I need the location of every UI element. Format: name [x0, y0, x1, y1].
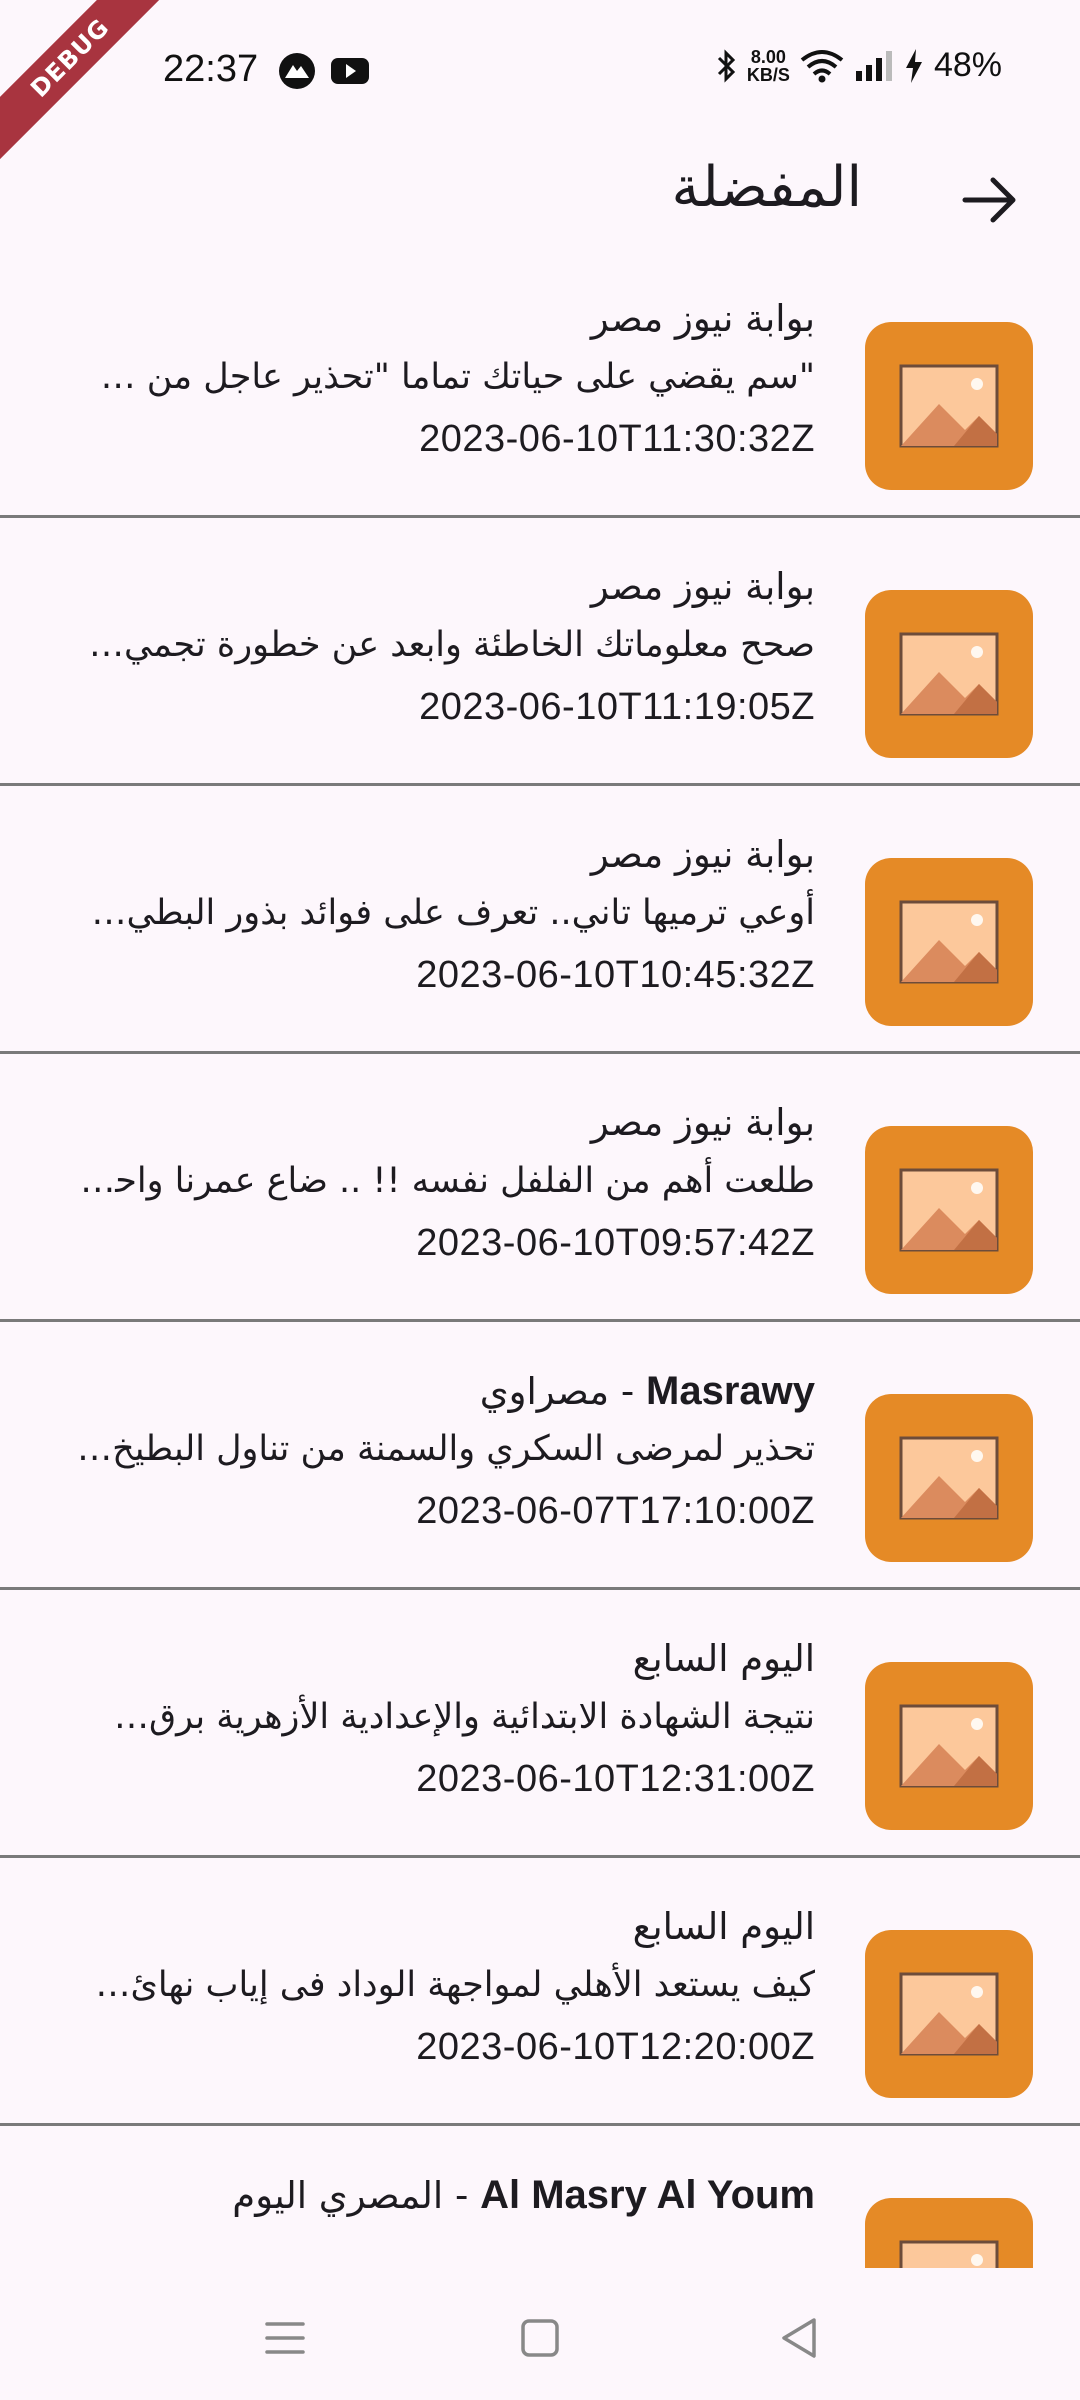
article-title: تحذير لمرضى السكري والسمنة من تناول البط… — [77, 1429, 815, 1469]
page-title: المفضلة — [671, 155, 862, 220]
image-placeholder-icon — [899, 1704, 999, 1788]
article-title: صحح معلوماتك الخاطئة وابعد عن خطورة تجمي… — [89, 625, 815, 665]
article-thumbnail — [865, 1394, 1033, 1562]
article-date: 2023-06-10T11:19:05Z — [419, 686, 815, 728]
article-source: Masrawy - مصراوي — [55, 1366, 815, 1416]
article-thumbnail — [865, 858, 1033, 1026]
notification-icons — [278, 52, 370, 90]
article-source: بوابة نيوز مصر — [590, 833, 815, 876]
article-title: نتيجة الشهادة الابتدائية والإعدادية الأز… — [113, 1697, 815, 1737]
charging-icon — [905, 48, 922, 83]
image-placeholder-icon — [899, 1972, 999, 2056]
article-source-latin: Al Masry Al Youm — [480, 2173, 815, 2217]
list-item[interactable]: Masrawy - مصراوي تحذير لمرضى السكري والس… — [0, 1322, 1080, 1590]
arrow-right-icon[interactable] — [955, 165, 1025, 235]
image-placeholder-icon — [899, 364, 999, 448]
article-title: كيف يستعد الأهلي لمواجهة الوداد فى إياب … — [95, 1965, 815, 2005]
article-source-arabic: المصري اليوم — [232, 2174, 444, 2217]
list-item[interactable]: اليوم السابع نتيجة الشهادة الابتدائية وا… — [0, 1590, 1080, 1858]
image-placeholder-icon — [899, 2240, 999, 2268]
article-source-latin: Masrawy — [646, 1369, 815, 1413]
list-item[interactable]: اليوم السابع كيف يستعد الأهلي لمواجهة ال… — [0, 1858, 1080, 2126]
article-date: 2023-06-10T12:20:00Z — [416, 2026, 815, 2068]
article-source-arabic: مصراوي — [479, 1370, 610, 1413]
article-date: 2023-06-10T12:31:00Z — [416, 1758, 815, 1800]
youtube-icon — [331, 58, 369, 84]
image-placeholder-icon — [899, 1168, 999, 1252]
article-date: 2023-06-10T10:45:32Z — [416, 954, 815, 996]
list-item[interactable]: بوابة نيوز مصر "سم يقضي على حياتك تماما … — [0, 250, 1080, 518]
list-item[interactable]: بوابة نيوز مصر صحح معلوماتك الخاطئة وابع… — [0, 518, 1080, 786]
article-title: "سم يقضي على حياتك تماما "تحذير عاجل من … — [100, 357, 815, 397]
article-source: بوابة نيوز مصر — [590, 297, 815, 340]
article-source: بوابة نيوز مصر — [590, 565, 815, 608]
status-right-icons: 8.00 KB/S 48% — [715, 46, 1002, 85]
article-thumbnail — [865, 1662, 1033, 1830]
article-text: Masrawy - مصراوي تحذير لمرضى السكري والس… — [55, 1366, 815, 1536]
system-nav-bar — [0, 2268, 1080, 2400]
list-item[interactable]: بوابة نيوز مصر أوعي ترميها تاني.. تعرف ع… — [0, 786, 1080, 1054]
article-title: طلعت أهم من الفلفل نفسه !! .. ضاع عمرنا … — [55, 1161, 815, 1201]
article-title — [55, 2228, 815, 2268]
status-bar: 22:37 8.00 KB/S 48% — [0, 0, 1080, 145]
article-text: بوابة نيوز مصر "سم يقضي على حياتك تماما … — [55, 294, 815, 464]
mountain-app-icon — [279, 53, 315, 89]
article-text: بوابة نيوز مصر أوعي ترميها تاني.. تعرف ع… — [55, 830, 815, 1000]
article-date: 2023-06-10T09:57:42Z — [416, 1222, 815, 1264]
bluetooth-icon — [717, 48, 736, 83]
article-source-separator: - — [609, 1370, 647, 1413]
article-date: 2023-06-10T11:30:32Z — [419, 418, 815, 460]
list-item[interactable]: Al Masry Al Youm - المصري اليوم — [0, 2126, 1080, 2268]
article-text: Al Masry Al Youm - المصري اليوم — [55, 2170, 815, 2268]
favorites-list[interactable]: بوابة نيوز مصر "سم يقضي على حياتك تماما … — [0, 250, 1080, 2268]
image-placeholder-icon — [899, 632, 999, 716]
square-home-icon[interactable] — [510, 2308, 570, 2368]
article-source: اليوم السابع — [632, 1905, 815, 1948]
article-thumbnail — [865, 322, 1033, 490]
article-thumbnail — [865, 2198, 1033, 2268]
article-source-separator: - — [443, 2174, 481, 2217]
article-source: بوابة نيوز مصر — [590, 1101, 815, 1144]
image-placeholder-icon — [899, 1436, 999, 1520]
network-speed: 8.00 KB/S — [746, 46, 790, 85]
cell-signal-icon — [855, 50, 892, 81]
article-text: بوابة نيوز مصر صحح معلوماتك الخاطئة وابع… — [55, 562, 815, 732]
image-placeholder-icon — [899, 900, 999, 984]
article-title: أوعي ترميها تاني.. تعرف على فوائد بذور ا… — [91, 893, 815, 933]
status-time: 22:37 — [163, 48, 259, 90]
menu-lines-icon[interactable] — [255, 2308, 315, 2368]
app-bar: المفضلة — [0, 145, 1080, 265]
triangle-back-icon[interactable] — [770, 2308, 830, 2368]
article-source: اليوم السابع — [632, 1637, 815, 1680]
article-source: Al Masry Al Youm - المصري اليوم — [55, 2170, 815, 2220]
wifi-icon — [800, 49, 844, 82]
article-thumbnail — [865, 1930, 1033, 2098]
list-item[interactable]: بوابة نيوز مصر طلعت أهم من الفلفل نفسه !… — [0, 1054, 1080, 1322]
article-text: بوابة نيوز مصر طلعت أهم من الفلفل نفسه !… — [55, 1098, 815, 1268]
article-thumbnail — [865, 1126, 1033, 1294]
battery-percent: 48% — [933, 46, 1002, 84]
article-text: اليوم السابع كيف يستعد الأهلي لمواجهة ال… — [55, 1902, 815, 2072]
article-thumbnail — [865, 590, 1033, 758]
article-date: 2023-06-07T17:10:00Z — [416, 1490, 815, 1532]
article-text: اليوم السابع نتيجة الشهادة الابتدائية وا… — [55, 1634, 815, 1804]
